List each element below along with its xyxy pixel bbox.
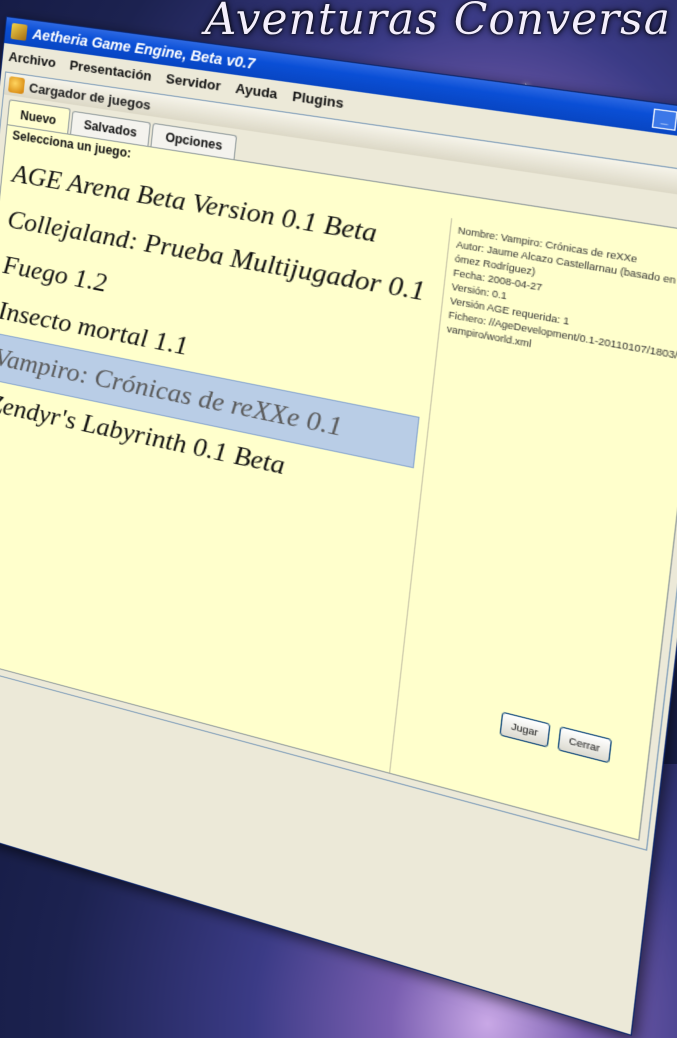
main-window: Aetheria Game Engine, Beta v0.7 _ □ × Ar… <box>0 16 677 1036</box>
game-loader-frame: Cargador de juegos ⧉ ⊠ Nuevo Salvados Op… <box>0 71 677 851</box>
menu-ayuda[interactable]: Ayuda <box>235 80 278 102</box>
menu-presentacion[interactable]: Presentación <box>69 57 153 84</box>
loader-icon <box>8 76 26 95</box>
app-icon <box>10 22 28 41</box>
new-game-panel: Selecciona un juego: AGE Arena Beta Vers… <box>0 124 677 847</box>
menu-servidor[interactable]: Servidor <box>165 70 221 93</box>
menu-archivo[interactable]: Archivo <box>8 48 57 70</box>
menu-plugins[interactable]: Plugins <box>292 88 345 111</box>
game-list: AGE Arena Beta Version 0.1 Beta Collejal… <box>0 150 442 517</box>
game-details-pane: Nombre: Vampiro: Crónicas de reXXe Autor… <box>389 218 677 847</box>
minimize-button[interactable]: _ <box>651 107 677 131</box>
